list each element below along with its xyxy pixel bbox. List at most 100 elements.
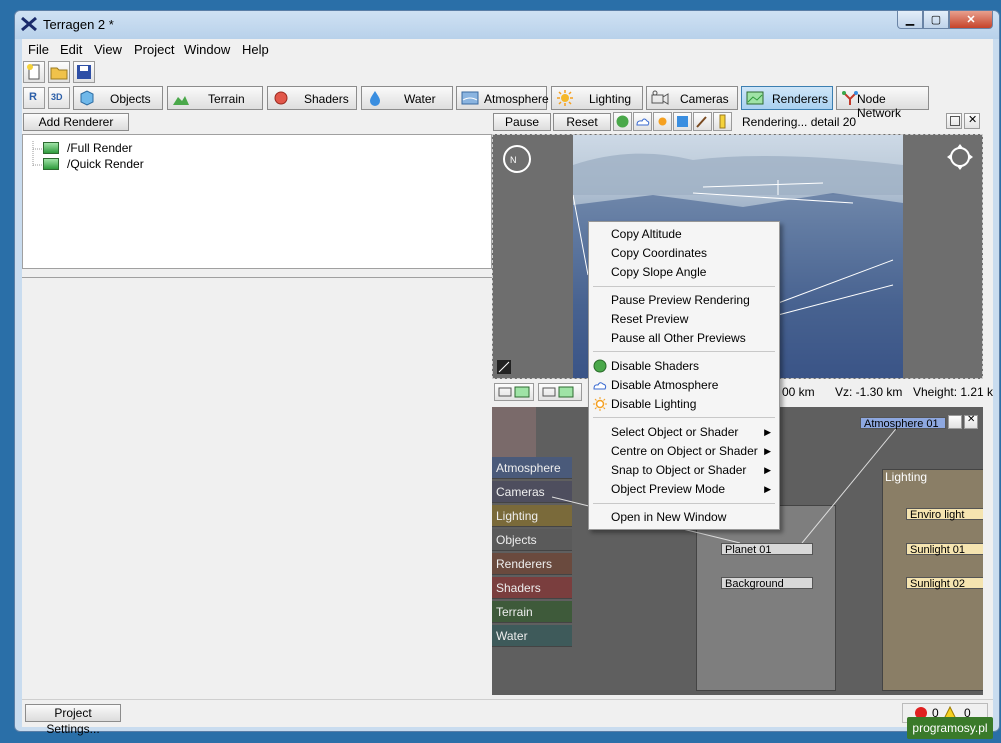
title-bar[interactable]: Terragen 2 * ▁ ▢ ✕ — [15, 11, 999, 39]
menu-snap-to-object[interactable]: Snap to Object or Shader — [611, 463, 746, 477]
navigation-pad-icon[interactable] — [946, 143, 974, 171]
close-icon: ✕ — [967, 414, 976, 425]
maximize-icon — [950, 116, 960, 126]
minimize-button[interactable]: ▁ — [897, 11, 923, 29]
render-button[interactable]: R — [23, 87, 45, 109]
tree-item-label: /Quick Render — [67, 157, 144, 171]
vheight-readout: Vheight: 1.21 k — [913, 385, 994, 399]
close-icon: ✕ — [968, 114, 978, 126]
vz-readout: Vz: -1.30 km — [835, 385, 903, 399]
render-r-icon: R — [29, 91, 37, 103]
viewport-context-menu: Copy Altitude Copy Coordinates Copy Slop… — [588, 221, 780, 530]
add-renderer-button[interactable]: Add Renderer — [23, 113, 129, 131]
render-status: Rendering... detail 20 — [742, 115, 857, 129]
preview-maximize-button[interactable] — [946, 113, 962, 129]
renderer-icon — [43, 158, 59, 170]
tab-node-network[interactable]: Node Network — [836, 86, 929, 120]
cube-icon — [677, 116, 688, 127]
menu-centre-on-object[interactable]: Centre on Object or Shader — [611, 444, 758, 458]
sun-icon — [557, 90, 573, 106]
brush-button[interactable] — [693, 112, 712, 131]
tab-node-network-label: Node Network — [857, 92, 902, 120]
preview-settings-button[interactable] — [713, 112, 732, 131]
menu-object-preview-mode[interactable]: Object Preview Mode — [611, 482, 725, 496]
3d-preview-button[interactable]: 3D — [48, 87, 70, 109]
sphere-icon — [593, 359, 607, 373]
node-sunlight-02[interactable]: Sunlight 02 — [906, 577, 983, 590]
menu-pause-preview[interactable]: Pause Preview Rendering — [611, 293, 750, 307]
terragen-logo-icon — [21, 16, 37, 32]
node-panel-close-button[interactable]: ✕ — [964, 414, 978, 429]
reset-button[interactable]: Reset — [553, 113, 611, 131]
menu-file[interactable]: File — [28, 42, 49, 57]
node-planet-01[interactable]: Planet 01 — [721, 543, 813, 556]
menu-copy-slope-angle[interactable]: Copy Slope Angle — [611, 265, 706, 279]
tab-objects[interactable]: Objects — [73, 86, 163, 110]
tab-terrain[interactable]: Terrain — [167, 86, 263, 110]
preview-close-button[interactable]: ✕ — [964, 113, 980, 129]
camera-select-button[interactable] — [494, 383, 534, 401]
menu-pause-other-previews[interactable]: Pause all Other Previews — [611, 331, 746, 345]
tab-cameras[interactable]: Cameras — [646, 86, 738, 110]
maximize-button[interactable]: ▢ — [923, 11, 949, 29]
menu-copy-coordinates[interactable]: Copy Coordinates — [611, 246, 707, 260]
compass-icon[interactable]: N — [501, 143, 533, 175]
menu-separator — [593, 417, 775, 418]
node-enviro-light[interactable]: Enviro light — [906, 508, 983, 521]
tab-shaders[interactable]: Shaders — [267, 86, 357, 110]
toggle-atmosphere-button[interactable] — [633, 112, 652, 131]
renderer-icon — [746, 91, 764, 105]
save-file-button[interactable] — [73, 61, 95, 83]
menu-open-new-window[interactable]: Open in New Window — [611, 510, 726, 524]
node-sunlight-01[interactable]: Sunlight 01 — [906, 543, 983, 556]
menu-disable-shaders[interactable]: Disable Shaders — [611, 359, 699, 373]
submenu-arrow-icon: ▶ — [764, 446, 771, 456]
menu-window[interactable]: Window — [184, 42, 230, 57]
client-area: File Edit View Project Window Help R 3D … — [22, 39, 994, 736]
menu-select-object[interactable]: Select Object or Shader — [611, 425, 738, 439]
cloud-icon — [636, 118, 650, 126]
menu-project[interactable]: Project — [134, 42, 174, 57]
toggle-lighting-button[interactable] — [653, 112, 672, 131]
window-title: Terragen 2 * — [43, 17, 114, 32]
layout-tabs: R 3D Objects Terrain Shaders Water Atmos… — [22, 86, 993, 120]
tree-item-label: /Full Render — [67, 141, 133, 155]
brush-icon — [696, 116, 707, 128]
menu-help[interactable]: Help — [242, 42, 269, 57]
node-panel-maximize-button[interactable] — [948, 415, 962, 429]
menu-separator — [593, 286, 775, 287]
tab-renderers[interactable]: Renderers — [741, 86, 833, 110]
renderer-icon — [43, 142, 59, 154]
menu-view[interactable]: View — [94, 42, 122, 57]
tab-water[interactable]: Water — [361, 86, 453, 110]
menu-edit[interactable]: Edit — [60, 42, 82, 57]
tab-renderers-label: Renderers — [772, 92, 829, 106]
tab-lighting[interactable]: Lighting — [551, 86, 643, 110]
tab-atmosphere-label: Atmosphere — [484, 92, 549, 106]
node-background[interactable]: Background — [721, 577, 813, 590]
menu-copy-altitude[interactable]: Copy Altitude — [611, 227, 682, 241]
node-atmosphere-01[interactable]: Atmosphere 01 — [860, 417, 946, 430]
tab-atmosphere[interactable]: Atmosphere — [456, 86, 549, 110]
project-settings-button[interactable]: Project Settings... — [25, 704, 121, 736]
renderer-icon — [542, 386, 574, 398]
pencil-icon — [719, 114, 726, 129]
resize-corner-icon[interactable] — [497, 360, 511, 374]
sun-icon — [658, 117, 667, 126]
menu-disable-lighting[interactable]: Disable Lighting — [611, 397, 696, 411]
tab-cameras-label: Cameras — [680, 92, 729, 106]
pause-button[interactable]: Pause — [493, 113, 551, 131]
3d-icon: 3D — [51, 92, 63, 102]
renderer-select-button[interactable] — [538, 383, 582, 401]
new-file-button[interactable] — [23, 61, 45, 83]
menu-disable-atmosphere[interactable]: Disable Atmosphere — [611, 378, 718, 392]
open-file-button[interactable] — [48, 61, 70, 83]
tab-shaders-label: Shaders — [304, 92, 349, 106]
menu-reset-preview[interactable]: Reset Preview — [611, 312, 688, 326]
close-button[interactable]: ✕ — [949, 11, 993, 29]
cube-icon — [80, 90, 94, 106]
droplet-icon — [370, 91, 380, 106]
toggle-objects-button[interactable] — [673, 112, 692, 131]
toggle-shaders-button[interactable] — [613, 112, 632, 131]
terrain-icon — [173, 96, 189, 105]
